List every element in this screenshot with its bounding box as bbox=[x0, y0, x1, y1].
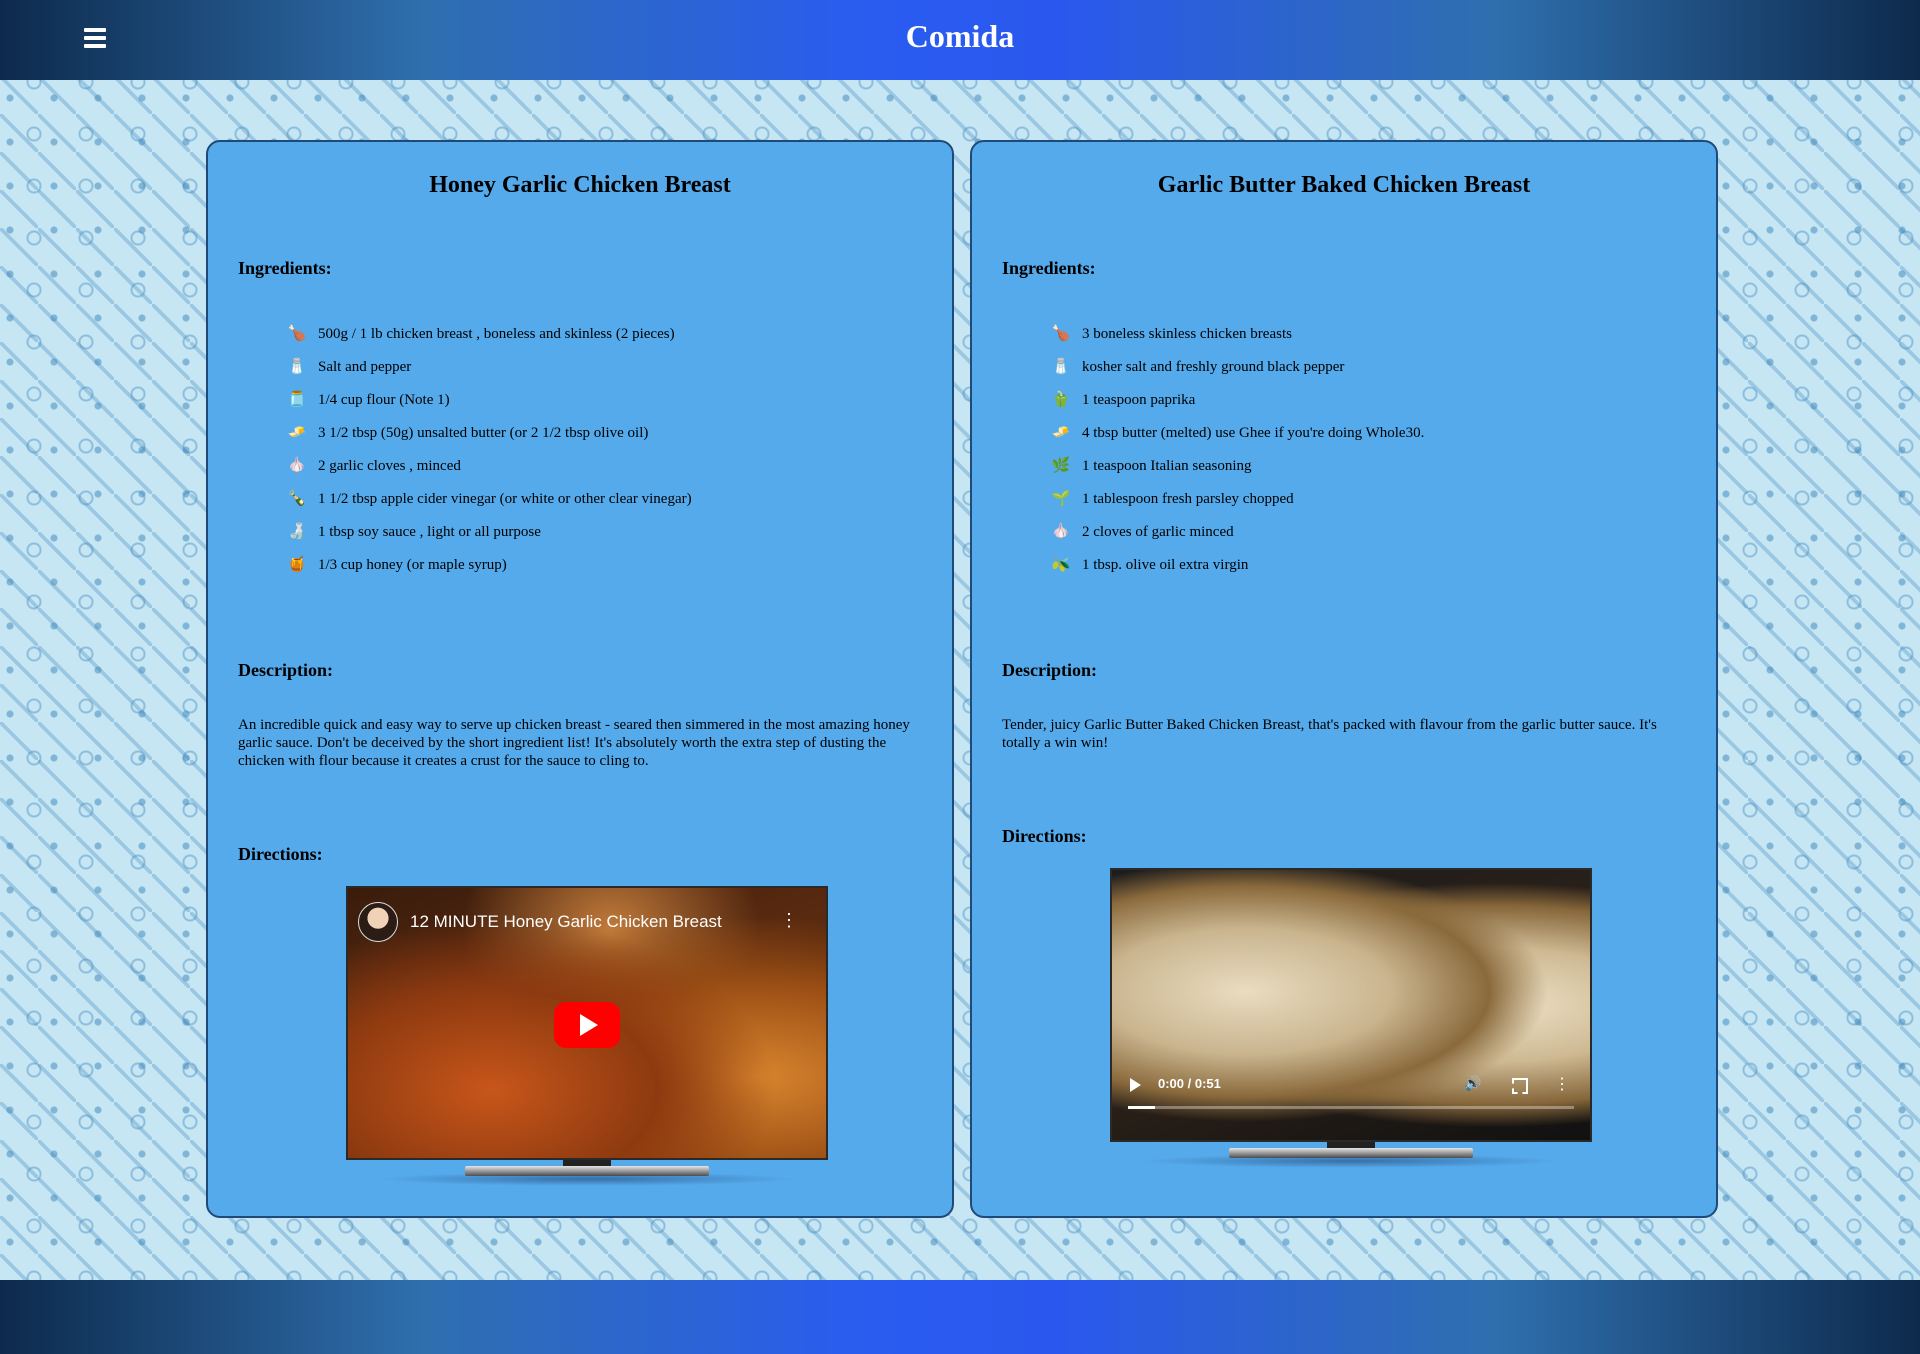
directions-heading: Directions: bbox=[238, 844, 323, 864]
video-title[interactable]: 12 MINUTE Honey Garlic Chicken Breast bbox=[410, 912, 722, 932]
tv-shadow bbox=[1141, 1154, 1561, 1168]
ingredient-item: 🧂 kosher salt and freshly ground black pe… bbox=[1048, 351, 1424, 384]
recipe-card: Honey Garlic Chicken Breast Ingredients:… bbox=[206, 140, 954, 1218]
ingredient-text: 1/4 cup flour (Note 1) bbox=[318, 392, 450, 408]
vinegar-bottle-icon: 🍾 bbox=[287, 491, 307, 507]
ingredient-text: 1 tablespoon fresh parsley chopped bbox=[1082, 491, 1294, 507]
ingredient-item: 🫑 1 teaspoon paprika bbox=[1048, 384, 1424, 417]
ingredient-item: 🌱 1 tablespoon fresh parsley chopped bbox=[1048, 483, 1424, 516]
recipe-description: An incredible quick and easy way to serv… bbox=[238, 717, 910, 769]
ingredient-item: 🍶 1 tbsp soy sauce , light or all purpose bbox=[284, 516, 692, 549]
play-icon[interactable] bbox=[1130, 1078, 1141, 1092]
ingredient-text: 1/3 cup honey (or maple syrup) bbox=[318, 557, 507, 573]
ingredient-text: 2 garlic cloves , minced bbox=[318, 458, 461, 474]
salt-pepper-shakers-icon: 🧂 bbox=[1051, 359, 1071, 375]
video-header: 12 MINUTE Honey Garlic Chicken Breast bbox=[358, 902, 722, 942]
chicken-breast-icon: 🍗 bbox=[1051, 326, 1071, 342]
ingredient-item: 🧄 2 cloves of garlic minced bbox=[1048, 516, 1424, 549]
recipe-description: Tender, juicy Garlic Butter Baked Chicke… bbox=[1002, 717, 1657, 751]
ingredient-item: 🫙 1/4 cup flour (Note 1) bbox=[284, 384, 692, 417]
salt-pepper-shakers-icon: 🧂 bbox=[287, 359, 307, 375]
parsley-icon: 🌱 bbox=[1051, 491, 1071, 507]
app-title: Comida bbox=[905, 18, 1015, 54]
ingredient-text: 1 teaspoon Italian seasoning bbox=[1082, 458, 1252, 474]
youtube-video-embed[interactable]: 12 MINUTE Honey Garlic Chicken Breast ⋮ bbox=[346, 886, 828, 1160]
kebab-menu-icon[interactable]: ⋮ bbox=[780, 910, 798, 931]
ingredients-heading: Ingredients: bbox=[238, 258, 332, 278]
ingredient-item: 🌿 1 teaspoon Italian seasoning bbox=[1048, 450, 1424, 483]
paprika-pepper-icon: 🫑 bbox=[1051, 392, 1071, 408]
video-frame: 0:00 / 0:51 🔊 ⋮ bbox=[1112, 870, 1590, 1140]
ingredient-text: 1 tbsp soy sauce , light or all purpose bbox=[318, 524, 541, 540]
ingredient-item: 🧄 2 garlic cloves , minced bbox=[284, 450, 692, 483]
ingredient-text: 500g / 1 lb chicken breast , boneless an… bbox=[318, 326, 675, 342]
ingredient-text: Salt and pepper bbox=[318, 359, 412, 375]
video-time: 0:00 / 0:51 bbox=[1158, 1076, 1221, 1091]
ingredient-text: 1 1/2 tbsp apple cider vinegar (or white… bbox=[318, 491, 692, 507]
ingredient-item: 🫒 1 tbsp. olive oil extra virgin bbox=[1048, 549, 1424, 582]
olive-oil-icon: 🫒 bbox=[1051, 557, 1071, 573]
ingredient-text: 4 tbsp butter (melted) use Ghee if you'r… bbox=[1082, 425, 1425, 441]
youtube-play-icon[interactable] bbox=[554, 1002, 620, 1048]
ingredient-item: 🍯 1/3 cup honey (or maple syrup) bbox=[284, 549, 692, 582]
butter-icon: 🧈 bbox=[287, 425, 307, 441]
app-footer bbox=[0, 1280, 1920, 1354]
ingredient-list: 🍗 3 boneless skinless chicken breasts 🧂 ko… bbox=[1048, 318, 1425, 582]
directions-heading: Directions: bbox=[1002, 826, 1087, 846]
kebab-menu-icon[interactable]: ⋮ bbox=[1554, 1074, 1570, 1094]
chicken-breast-icon: 🍗 bbox=[287, 326, 307, 342]
ingredient-text: 3 boneless skinless chicken breasts bbox=[1082, 326, 1292, 342]
ingredient-item: 🧈 3 1/2 tbsp (50g) unsalted butter (or 2 … bbox=[284, 417, 692, 450]
video-progress-fill bbox=[1128, 1106, 1155, 1109]
ingredient-item: 🧂 Salt and pepper bbox=[284, 351, 692, 384]
ingredient-text: kosher salt and freshly ground black pep… bbox=[1082, 359, 1345, 375]
ingredient-item: 🍾 1 1/2 tbsp apple cider vinegar (or whit… bbox=[284, 483, 692, 516]
recipe-card: Garlic Butter Baked Chicken Breast Ingre… bbox=[970, 140, 1718, 1218]
ingredient-text: 1 tbsp. olive oil extra virgin bbox=[1082, 557, 1249, 573]
description-heading: Description: bbox=[1002, 660, 1097, 680]
fullscreen-icon[interactable] bbox=[1512, 1078, 1528, 1094]
garlic-icon: 🧄 bbox=[287, 458, 307, 474]
video-controls: 0:00 / 0:51 🔊 ⋮ bbox=[1112, 1070, 1590, 1140]
ingredient-item: 🧈 4 tbsp butter (melted) use Ghee if you'… bbox=[1048, 417, 1425, 450]
channel-avatar[interactable] bbox=[358, 902, 398, 942]
ingredient-text: 3 1/2 tbsp (50g) unsalted butter (or 2 1… bbox=[318, 425, 649, 441]
video-player[interactable]: 0:00 / 0:51 🔊 ⋮ bbox=[1110, 868, 1592, 1142]
recipe-title: Honey Garlic Chicken Breast bbox=[429, 172, 731, 198]
tv-shadow bbox=[377, 1172, 797, 1186]
ingredient-item: 🍗 500g / 1 lb chicken breast , boneless a… bbox=[284, 318, 692, 351]
ingredients-heading: Ingredients: bbox=[1002, 258, 1096, 278]
video-thumbnail: 12 MINUTE Honey Garlic Chicken Breast ⋮ bbox=[348, 888, 826, 1158]
soy-sauce-icon: 🍶 bbox=[287, 524, 307, 540]
description-heading: Description: bbox=[238, 660, 333, 680]
video-progress-bar[interactable] bbox=[1128, 1106, 1574, 1109]
ingredient-list: 🍗 500g / 1 lb chicken breast , boneless a… bbox=[284, 318, 692, 582]
ingredient-item: 🍗 3 boneless skinless chicken breasts bbox=[1048, 318, 1424, 351]
garlic-icon: 🧄 bbox=[1051, 524, 1071, 540]
recipe-title: Garlic Butter Baked Chicken Breast bbox=[1157, 172, 1531, 198]
honey-jar-icon: 🍯 bbox=[287, 557, 307, 573]
butter-icon: 🧈 bbox=[1051, 425, 1071, 441]
seasoning-icon: 🌿 bbox=[1051, 458, 1071, 474]
app-header: Comida bbox=[0, 0, 1920, 80]
flour-jar-icon: 🫙 bbox=[287, 392, 307, 408]
ingredient-text: 2 cloves of garlic minced bbox=[1082, 524, 1234, 540]
volume-icon[interactable]: 🔊 bbox=[1464, 1076, 1481, 1092]
ingredient-text: 1 teaspoon paprika bbox=[1082, 392, 1196, 408]
